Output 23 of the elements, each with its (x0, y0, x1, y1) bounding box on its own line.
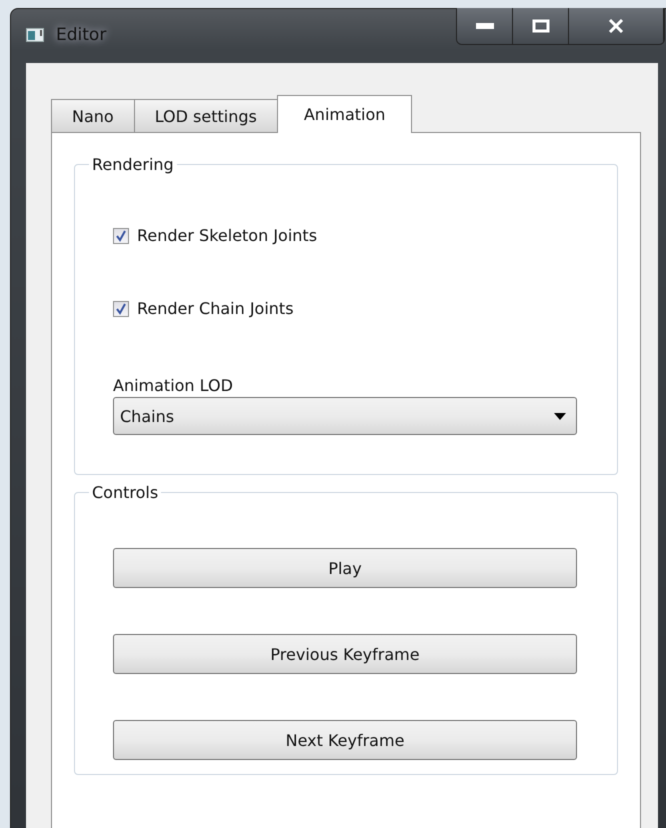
minimize-icon (476, 23, 494, 29)
push-button[interactable]: Previous Keyframe (113, 634, 577, 674)
app-icon (26, 28, 44, 42)
checkbox[interactable] (113, 228, 129, 244)
maximize-button[interactable] (513, 8, 569, 44)
dropdown[interactable]: Chains (113, 397, 577, 435)
tab[interactable]: Nano (51, 99, 135, 132)
push-button[interactable]: Play (113, 548, 577, 588)
group-title: Rendering (91, 155, 175, 174)
group-title: Controls (91, 483, 160, 502)
checkbox[interactable] (113, 300, 129, 316)
checkbox-label: Render Skeleton Joints (137, 226, 318, 245)
close-button[interactable] (569, 8, 664, 44)
minimize-button[interactable] (457, 8, 513, 44)
maximize-icon (532, 19, 550, 33)
field-label: Animation LOD (113, 376, 234, 395)
window-title: Editor (56, 25, 106, 45)
checkbox-label: Render Chain Joints (137, 299, 294, 318)
caret-icon (554, 412, 566, 420)
push-button[interactable]: Next Keyframe (113, 720, 577, 760)
tab[interactable]: LOD settings (134, 99, 278, 132)
close-icon (608, 19, 624, 33)
tab[interactable]: Animation (276, 95, 412, 133)
